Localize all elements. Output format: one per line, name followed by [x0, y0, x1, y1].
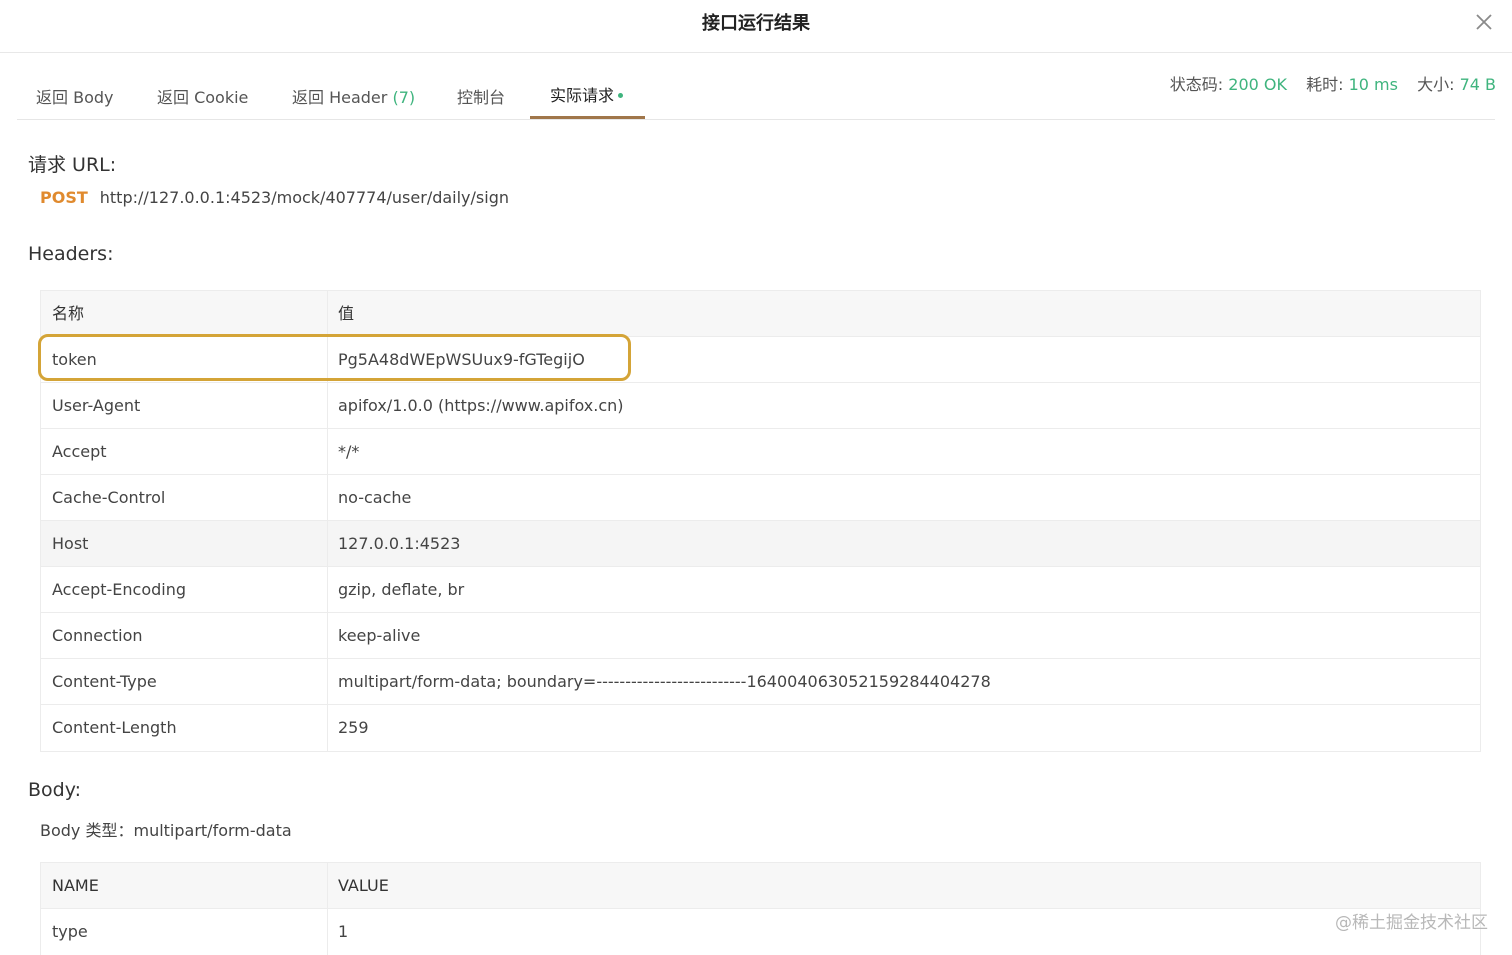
body-param-name: type: [41, 909, 328, 955]
request-url-title: 请求 URL:: [28, 154, 117, 176]
body-table: NAME VALUE type 1: [40, 862, 1481, 955]
tab-label: 返回 Header: [292, 88, 388, 107]
table-row: type 1: [41, 909, 1480, 955]
table-row: User-Agent apifox/1.0.0 (https://www.api…: [41, 383, 1480, 429]
dialog-title: 接口运行结果: [702, 13, 810, 34]
table-header-row: 名称 值: [41, 291, 1480, 337]
tab-label: 实际请求: [550, 86, 615, 105]
column-header-value: VALUE: [338, 876, 389, 895]
headers-table: 名称 值 token Pg5A48dWEpWSUux9-fGTegijO Use…: [40, 290, 1481, 752]
request-line: POST http://127.0.0.1:4523/mock/407774/us…: [40, 188, 509, 207]
header-name: User-Agent: [41, 383, 328, 428]
column-header-name: 名称: [41, 291, 328, 336]
watermark: @稀土掘金技术社区: [1335, 913, 1488, 933]
elapsed-time-value: 10 ms: [1348, 75, 1398, 94]
elapsed-time-label: 耗时:: [1306, 75, 1344, 94]
table-row: Cache-Control no-cache: [41, 475, 1480, 521]
body-param-value: 1: [338, 922, 349, 941]
headers-title: Headers:: [28, 243, 114, 265]
request-url: http://127.0.0.1:4523/mock/407774/user/d…: [99, 188, 509, 207]
table-row: token Pg5A48dWEpWSUux9-fGTegijO: [41, 337, 1480, 383]
header-value: apifox/1.0.0 (https://www.apifox.cn): [338, 396, 624, 415]
header-value: no-cache: [338, 488, 412, 507]
table-row: Host 127.0.0.1:4523: [41, 521, 1480, 567]
header-count-badge: (7): [392, 88, 416, 107]
tab-label: 返回 Body: [36, 88, 114, 107]
header-name: Content-Length: [41, 705, 328, 751]
close-icon[interactable]: [1472, 10, 1496, 34]
status-code: 状态码: 200 OK: [1170, 75, 1292, 94]
header-value: keep-alive: [338, 626, 421, 645]
tab-console[interactable]: 控制台: [457, 84, 505, 108]
table-header-row: NAME VALUE: [41, 863, 1480, 909]
active-tab-underline: [530, 116, 645, 119]
status-code-label: 状态码:: [1169, 75, 1224, 94]
response-size-value: 74 B: [1459, 75, 1496, 94]
header-name: token: [41, 337, 328, 382]
tab-response-body[interactable]: 返回 Body: [36, 84, 113, 108]
table-row: Connection keep-alive: [41, 613, 1480, 659]
header-value: 259: [338, 718, 369, 737]
header-name: Content-Type: [41, 659, 328, 704]
table-row: Content-Type multipart/form-data; bounda…: [41, 659, 1480, 705]
header-name: Cache-Control: [41, 475, 328, 520]
http-method: POST: [40, 188, 88, 207]
elapsed-time: 耗时: 10 ms: [1306, 75, 1403, 94]
header-value: Pg5A48dWEpWSUux9-fGTegijO: [338, 350, 585, 369]
header-name: Accept: [41, 429, 328, 474]
tab-label: 返回 Cookie: [157, 88, 249, 107]
response-size-label: 大小:: [1417, 75, 1455, 94]
header-value: 127.0.0.1:4523: [338, 534, 461, 553]
tab-label: 控制台: [457, 88, 506, 107]
run-result-dialog: 接口运行结果 返回 Body 返回 Cookie 返回 Header (7) 控…: [0, 0, 1512, 955]
tab-actual-request[interactable]: 实际请求: [550, 82, 624, 106]
active-dot-icon: [618, 92, 624, 98]
status-bar: 状态码: 200 OK 耗时: 10 ms 大小: 74 B: [1156, 71, 1496, 95]
column-header-name: NAME: [41, 863, 328, 908]
column-header-value: 值: [338, 304, 355, 323]
dialog-header: 接口运行结果: [0, 0, 1512, 53]
body-title: Body:: [28, 779, 81, 801]
header-name: Host: [41, 521, 328, 566]
table-row: Accept-Encoding gzip, deflate, br: [41, 567, 1480, 613]
header-value: multipart/form-data; boundary=----------…: [338, 672, 991, 691]
body-type-label: Body 类型：multipart/form-data: [40, 821, 292, 840]
header-value: */*: [338, 442, 360, 461]
status-code-value: 200 OK: [1228, 75, 1288, 94]
header-name: Accept-Encoding: [41, 567, 328, 612]
tab-response-cookie[interactable]: 返回 Cookie: [157, 84, 248, 108]
header-name: Connection: [41, 613, 328, 658]
table-row: Content-Length 259: [41, 705, 1480, 751]
response-size: 大小: 74 B: [1417, 75, 1496, 94]
header-value: gzip, deflate, br: [338, 580, 465, 599]
table-row: Accept */*: [41, 429, 1480, 475]
tab-response-header[interactable]: 返回 Header (7): [292, 84, 415, 108]
